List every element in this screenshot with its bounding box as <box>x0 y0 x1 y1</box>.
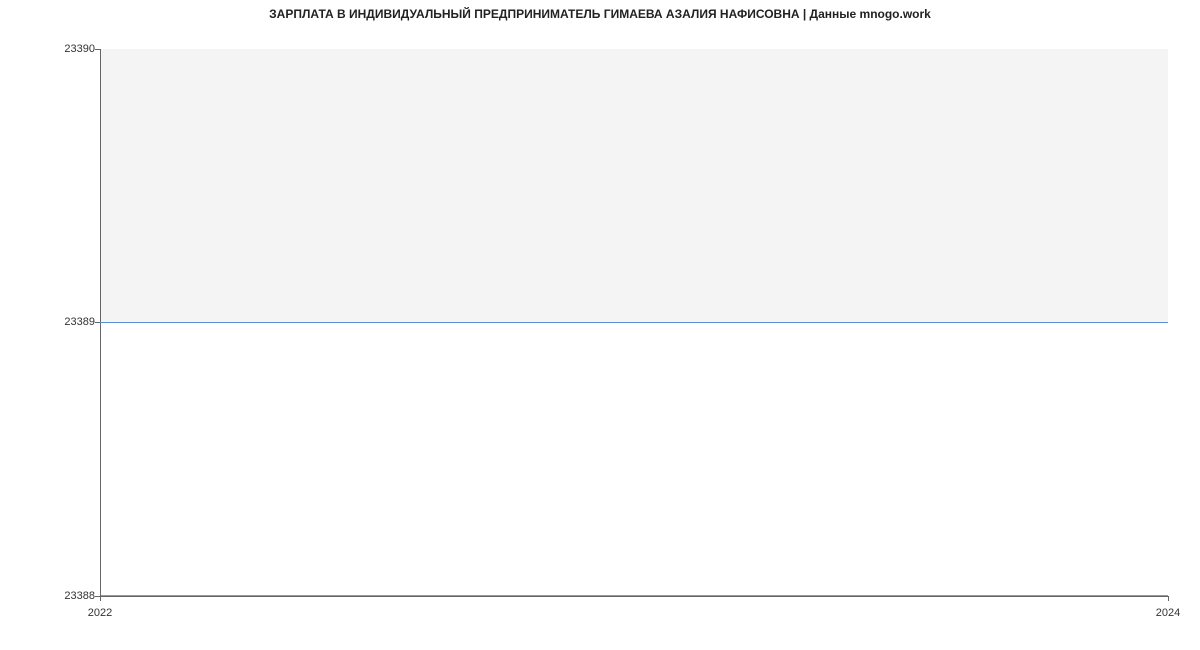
series-line <box>100 322 1168 323</box>
xtick-marker <box>1168 596 1169 601</box>
ytick-label: 23389 <box>5 317 95 328</box>
xtick-label: 2024 <box>1138 608 1198 619</box>
ytick-marker <box>95 49 100 50</box>
xtick-label: 2022 <box>70 608 130 619</box>
chart-title: ЗАРПЛАТА В ИНДИВИДУАЛЬНЫЙ ПРЕДПРИНИМАТЕЛ… <box>0 7 1200 21</box>
x-axis-line <box>100 596 1168 597</box>
xtick-marker <box>100 596 101 601</box>
ytick-label: 23388 <box>5 591 95 602</box>
plot-upper-panel <box>100 49 1168 323</box>
ytick-label: 23390 <box>5 44 95 55</box>
chart-container: ЗАРПЛАТА В ИНДИВИДУАЛЬНЫЙ ПРЕДПРИНИМАТЕЛ… <box>0 0 1200 650</box>
plot-lower-panel <box>100 323 1168 596</box>
